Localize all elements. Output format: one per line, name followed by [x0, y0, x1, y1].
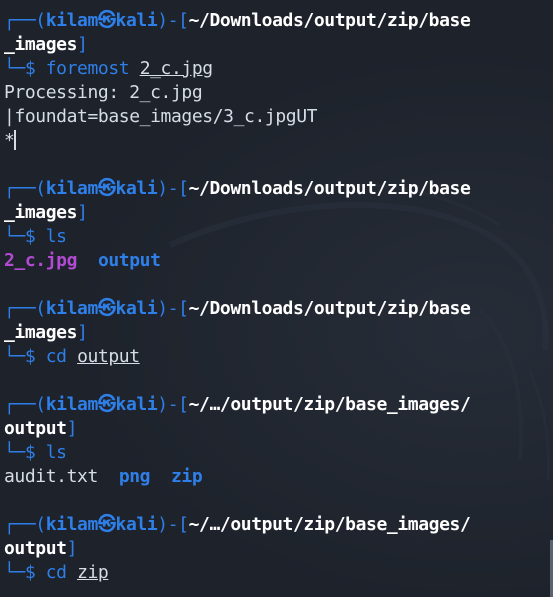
command-arg: output [77, 346, 140, 367]
output-text: foundat=base_images/3_c.jpgUT [14, 106, 318, 127]
prompt-path-wrap: output [4, 418, 67, 439]
prompt-user: kilam [45, 178, 99, 199]
prompt-bracket-close: ] [66, 538, 78, 559]
prompt-user: kilam [45, 514, 99, 535]
ls-entry-directory: output [97, 250, 161, 271]
prompt-line: ┌──(kilam㉿kali)-[~/Downloads/output/zip/… [4, 9, 553, 33]
prompt-dollar: $ [24, 442, 36, 463]
prompt-bracket-open: )-[ [157, 394, 189, 415]
command-arg: zip [77, 562, 109, 583]
prompt-frame-bottom: └─ [4, 226, 25, 247]
prompt-dollar: $ [24, 562, 36, 583]
prompt-bracket-open: )-[ [157, 298, 189, 319]
prompt-path-continuation: _images] [4, 321, 553, 345]
prompt-line: ┌──(kilam㉿kali)-[~/…/output/zip/base_ima… [4, 393, 553, 417]
prompt-path: ~/Downloads/output/zip/base [188, 10, 471, 31]
output-text: * [4, 130, 15, 151]
command-line: └─$ foremost 2_c.jpg [4, 57, 553, 81]
prompt-bracket-open: )-[ [157, 10, 189, 31]
kali-at-icon: ㉿ [97, 178, 116, 199]
prompt-frame-top: ┌──( [4, 514, 46, 535]
prompt-user: kilam [45, 298, 99, 319]
command-arg: 2_c.jpg [139, 58, 213, 79]
prompt-host: kali [115, 178, 158, 199]
prompt-bracket-close: ] [77, 322, 88, 343]
prompt-path-continuation: output] [4, 537, 553, 561]
prompt-path: ~/…/output/zip/base_images/ [188, 394, 471, 415]
prompt-user: kilam [45, 10, 99, 31]
prompt-frame-bottom: └─ [4, 442, 25, 463]
prompt-bracket-close: ] [77, 34, 88, 55]
ls-entry-directory: zip [171, 466, 203, 487]
command-line: └─$ cd output [4, 345, 553, 369]
output-line: |foundat=base_images/3_c.jpgUT [4, 105, 553, 129]
kali-at-icon: ㉿ [97, 514, 116, 535]
prompt-path-wrap: _images [4, 322, 78, 343]
output-pipe: | [4, 106, 15, 127]
ls-entry-directory: png [118, 466, 151, 487]
ls-output-line: audit.txt png zip [4, 465, 553, 489]
output-line: Processing: 2_c.jpg [4, 81, 553, 105]
prompt-path: ~/Downloads/output/zip/base [188, 298, 471, 319]
command-name: ls [45, 226, 67, 247]
command-name: cd [45, 562, 67, 583]
ls-entry-file: audit.txt [4, 466, 98, 487]
prompt-frame-top: ┌──( [4, 298, 46, 319]
prompt-host: kali [115, 514, 158, 535]
terminal-window[interactable]: ┌──(kilam㉿kali)-[~/Downloads/output/zip/… [0, 0, 553, 597]
prompt-frame-top: ┌──( [4, 394, 46, 415]
prompt-dollar: $ [24, 346, 36, 367]
prompt-frame-top: ┌──( [4, 178, 46, 199]
ls-entry-image-file: 2_c.jpg [4, 250, 78, 271]
prompt-line: ┌──(kilam㉿kali)-[~/…/output/zip/base_ima… [4, 513, 553, 537]
command-line: └─$ cd zip [4, 561, 553, 585]
prompt-path-continuation: output] [4, 417, 553, 441]
prompt-path-wrap: output [4, 538, 67, 559]
prompt-bracket-close: ] [77, 202, 88, 223]
prompt-bracket-open: )-[ [157, 178, 189, 199]
prompt-host: kali [115, 298, 158, 319]
prompt-dollar: $ [24, 58, 36, 79]
prompt-frame-bottom: └─ [4, 346, 25, 367]
prompt-line: ┌──(kilam㉿kali)-[~/Downloads/output/zip/… [4, 297, 553, 321]
terminal-output: ┌──(kilam㉿kali)-[~/Downloads/output/zip/… [4, 9, 553, 585]
prompt-path-wrap: _images [4, 34, 78, 55]
prompt-bracket-close: ] [66, 418, 78, 439]
prompt-path-wrap: _images [4, 202, 78, 223]
prompt-host: kali [115, 394, 158, 415]
kali-at-icon: ㉿ [97, 298, 116, 319]
command-line: └─$ ls [4, 225, 553, 249]
command-name: ls [45, 442, 67, 463]
output-line: * [4, 129, 553, 153]
prompt-frame-bottom: └─ [4, 562, 25, 583]
ls-output-line: 2_c.jpg output [4, 249, 553, 273]
prompt-path-continuation: _images] [4, 33, 553, 57]
prompt-frame-top: ┌──( [4, 10, 46, 31]
prompt-bracket-open: )-[ [157, 514, 189, 535]
kali-at-icon: ㉿ [97, 10, 116, 31]
prompt-user: kilam [45, 394, 99, 415]
output-text: Processing: 2_c.jpg [4, 82, 203, 103]
prompt-host: kali [115, 10, 158, 31]
prompt-path: ~/Downloads/output/zip/base [188, 178, 471, 199]
prompt-path: ~/…/output/zip/base_images/ [188, 514, 471, 535]
prompt-dollar: $ [24, 226, 36, 247]
progress-cursor [14, 130, 17, 150]
kali-at-icon: ㉿ [97, 394, 116, 415]
command-name: foremost [45, 58, 130, 79]
prompt-frame-bottom: └─ [4, 58, 25, 79]
command-name: cd [45, 346, 67, 367]
prompt-line: ┌──(kilam㉿kali)-[~/Downloads/output/zip/… [4, 177, 553, 201]
command-line: └─$ ls [4, 441, 553, 465]
prompt-path-continuation: _images] [4, 201, 553, 225]
